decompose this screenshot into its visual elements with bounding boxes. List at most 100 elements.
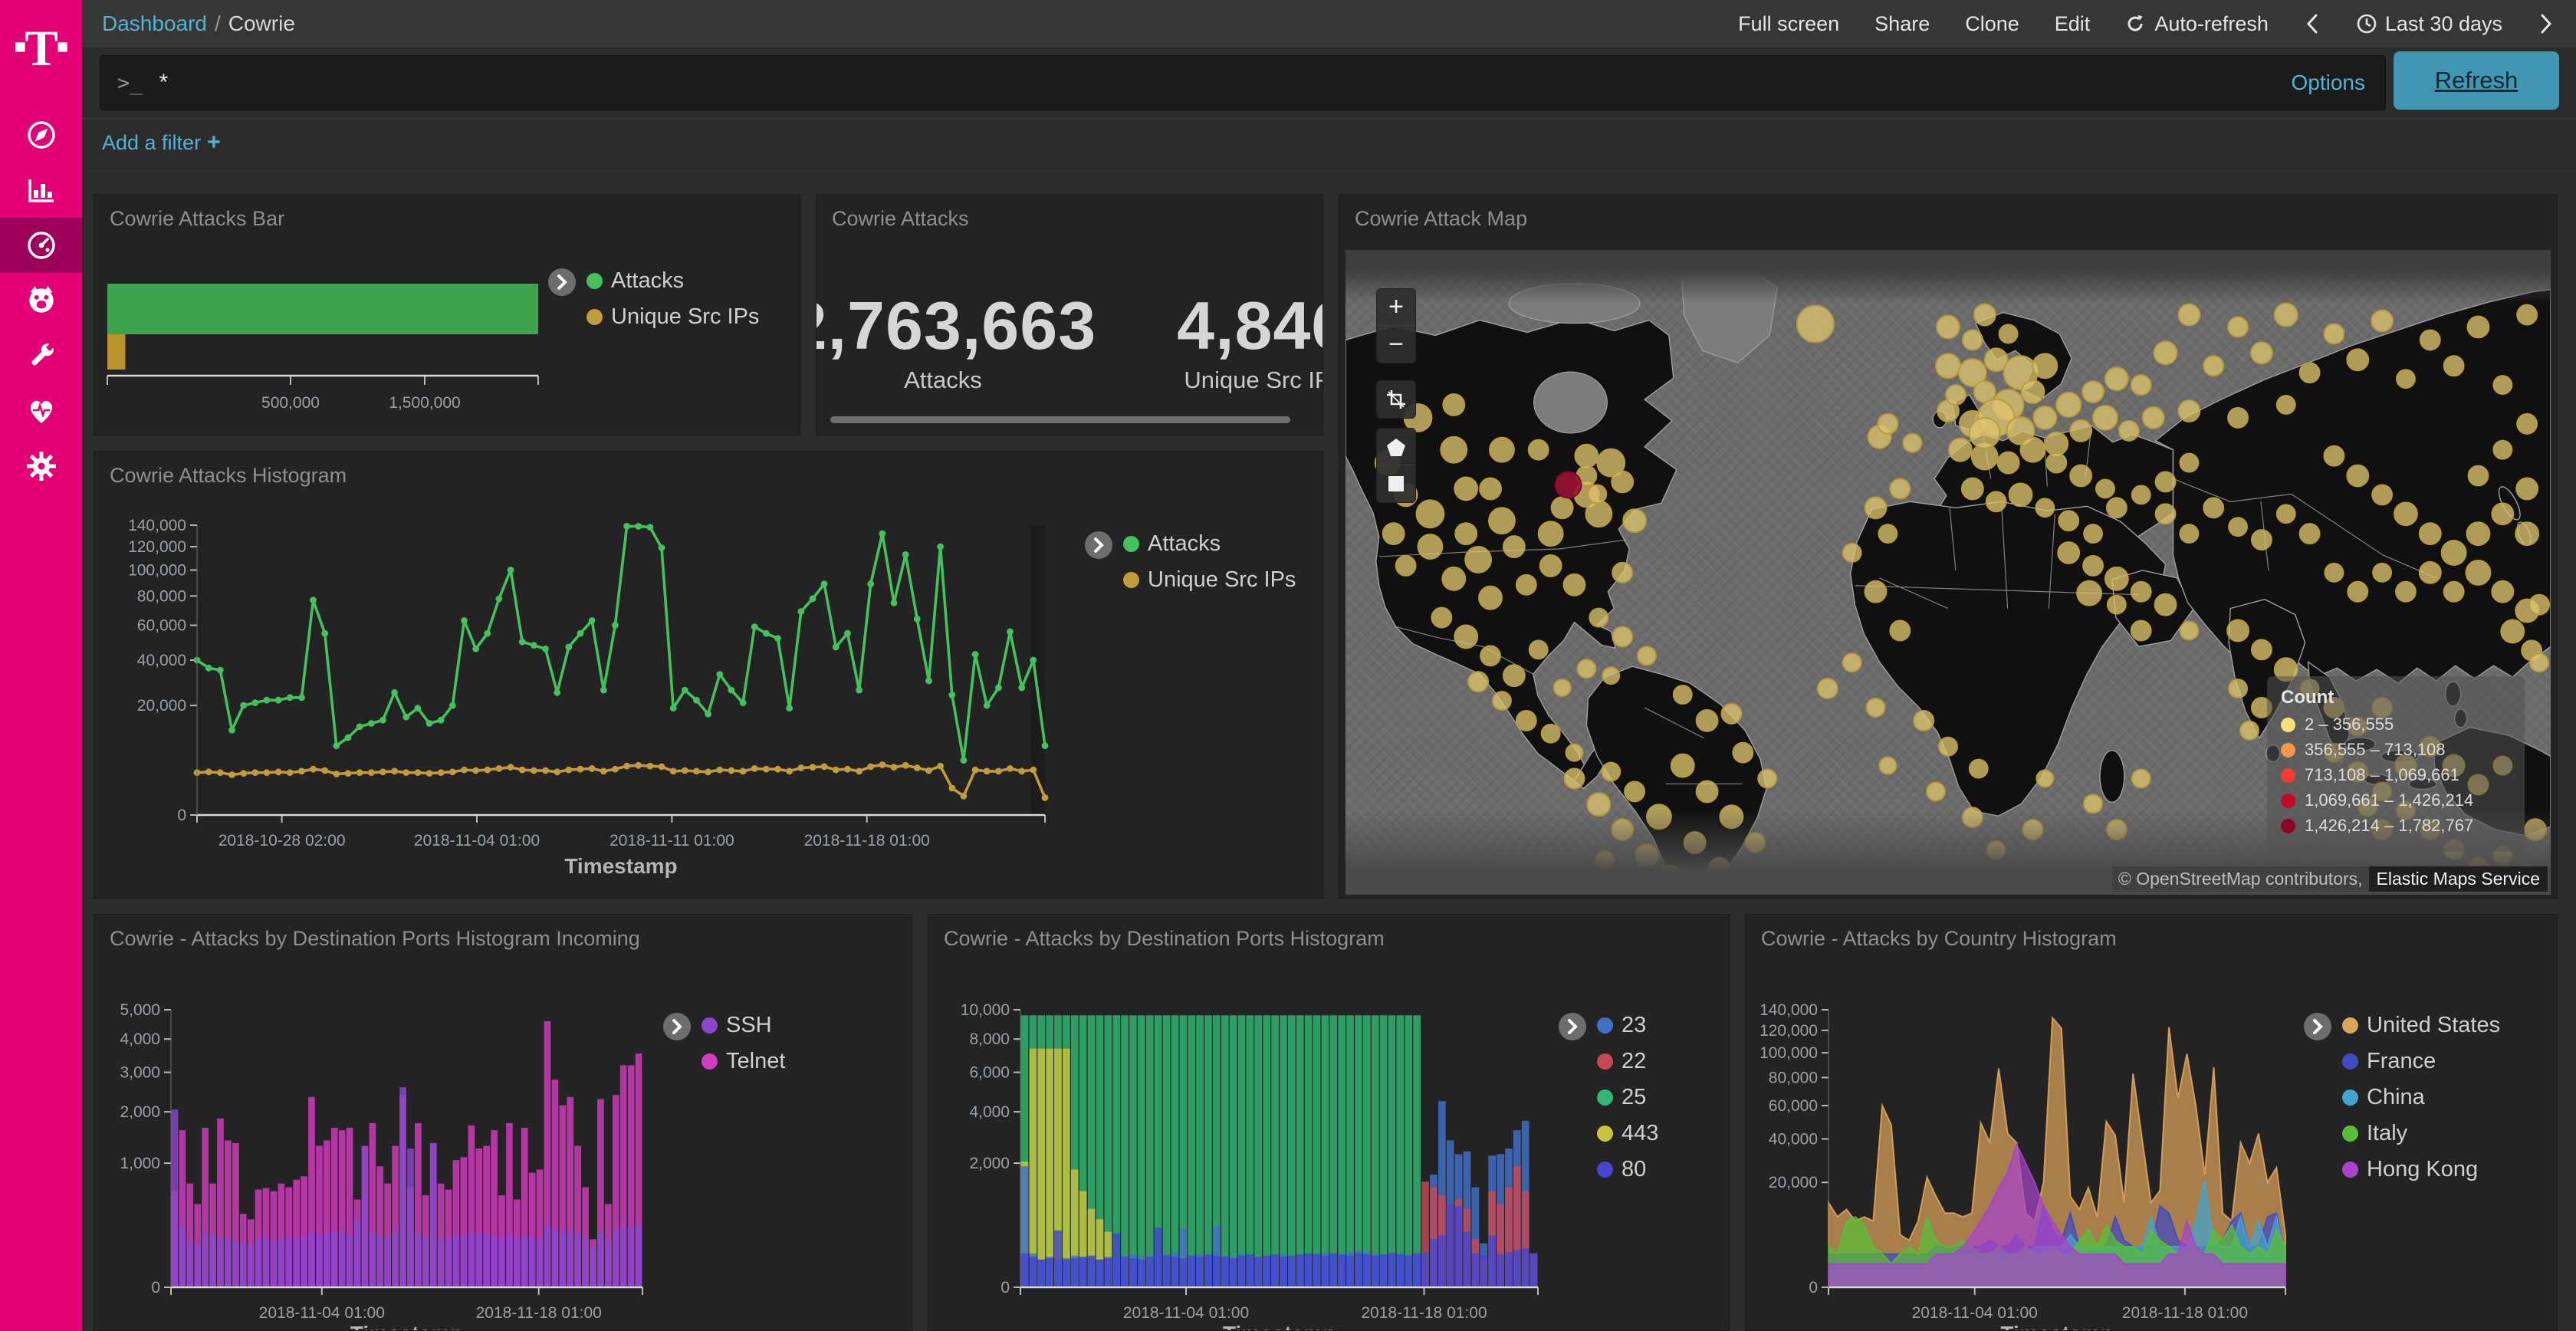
gear-icon	[25, 449, 58, 483]
ports-incoming-chart[interactable]: 01,0002,0003,0004,0005,0002018-11-04 01:…	[94, 915, 912, 1330]
high-count-circle	[1556, 472, 1582, 498]
svg-text:40,000: 40,000	[1769, 1131, 1818, 1149]
svg-text:0: 0	[1809, 1279, 1818, 1296]
legend-item-Unique Src IPs[interactable]: Unique Src IPs	[586, 304, 759, 330]
svg-text:4,000: 4,000	[120, 1030, 160, 1048]
horizontal-scrollbar[interactable]	[830, 416, 1290, 423]
legend-label: SSH	[726, 1013, 772, 1038]
legend-item-Italy[interactable]: Italy	[2342, 1121, 2500, 1146]
refresh-button[interactable]: Refresh	[2394, 51, 2559, 110]
legend-item-Attacks[interactable]: Attacks	[586, 268, 759, 294]
plus-icon: +	[207, 130, 221, 155]
sidebar-item-dashboard[interactable]	[0, 218, 82, 273]
bucket-dot	[2281, 819, 2295, 833]
svg-text:500,000: 500,000	[261, 394, 320, 412]
add-filter-button[interactable]: Add a filter +	[102, 130, 221, 156]
zoom-out-button[interactable]: −	[1377, 326, 1415, 363]
legend-item-France[interactable]: France	[2342, 1049, 2500, 1074]
svg-text:2018-11-18 01:00: 2018-11-18 01:00	[1361, 1304, 1487, 1322]
sidebar-item-timelion[interactable]	[0, 273, 82, 328]
zoom-in-button[interactable]: +	[1377, 289, 1415, 326]
edit-button[interactable]: Edit	[2055, 12, 2091, 36]
breadcrumb-dashboard-link[interactable]: Dashboard	[102, 12, 207, 35]
search-input[interactable]: >_ * Options	[100, 55, 2386, 110]
map-legend-bucket: 356,555 – 713,108	[2281, 740, 2511, 760]
legend-item-25[interactable]: 25	[1597, 1085, 1658, 1110]
t-mobile-logo[interactable]: T	[0, 9, 82, 86]
chevron-right-icon	[1566, 1018, 1579, 1035]
legend-label: China	[2367, 1085, 2425, 1110]
legend-item-22[interactable]: 22	[1597, 1049, 1658, 1074]
panel-title: Cowrie - Attacks by Country Histogram	[1761, 927, 2117, 951]
legend-item-Telnet[interactable]: Telnet	[702, 1049, 785, 1074]
legend-dot	[586, 273, 603, 289]
legend-item-Attacks[interactable]: Attacks	[1123, 531, 1296, 557]
filter-bar: Add a filter +	[82, 119, 2576, 169]
legend-item-United States[interactable]: United States	[2342, 1013, 2500, 1038]
time-forward-button[interactable]	[2538, 12, 2555, 35]
panel-cowrie-attack-map: Cowrie Attack Map	[1339, 194, 2558, 899]
legend-item-SSH[interactable]: SSH	[702, 1013, 785, 1038]
osm-attribution[interactable]: © OpenStreetMap contributors,	[2112, 866, 2369, 892]
add-filter-label: Add a filter	[102, 131, 201, 154]
legend-label: Italy	[2367, 1121, 2407, 1146]
auto-refresh-button[interactable]: Auto-refresh	[2125, 12, 2269, 36]
svg-text:3,000: 3,000	[120, 1064, 160, 1082]
share-button[interactable]: Share	[1875, 12, 1930, 36]
chevron-right-icon	[1092, 537, 1106, 554]
legend-collapse-button[interactable]	[2304, 1013, 2331, 1040]
bucket-range: 356,555 – 713,108	[2305, 740, 2446, 760]
sidebar-item-visualize[interactable]	[0, 163, 82, 218]
svg-text:0: 0	[177, 807, 186, 824]
bucket-range: 1,426,214 – 1,782,767	[2305, 816, 2473, 836]
wrench-icon	[25, 339, 58, 373]
legend-item-23[interactable]: 23	[1597, 1013, 1658, 1038]
svg-text:2018-11-18 01:00: 2018-11-18 01:00	[804, 832, 930, 850]
legend-collapse-button[interactable]	[1085, 531, 1112, 559]
draw-polygon-button[interactable]	[1377, 429, 1415, 465]
svg-text:20,000: 20,000	[137, 697, 186, 715]
bar-chart-icon	[25, 173, 58, 207]
sidebar-item-monitoring[interactable]	[0, 383, 82, 439]
svg-text:8,000: 8,000	[969, 1030, 1010, 1048]
world-map[interactable]: + − Count 2	[1346, 250, 2551, 895]
attacks-histogram-chart[interactable]: 020,00040,00060,00080,000100,000120,0001…	[94, 452, 1322, 898]
legend-item-443[interactable]: 443	[1597, 1121, 1658, 1146]
map-legend-title: Count	[2281, 687, 2511, 708]
full-screen-button[interactable]: Full screen	[1738, 12, 1839, 36]
legend-dot	[1597, 1089, 1613, 1106]
time-picker-button[interactable]: Last 30 days	[2356, 12, 2502, 36]
legend-label: 80	[1622, 1157, 1646, 1182]
svg-text:6,000: 6,000	[969, 1064, 1010, 1082]
chevron-right-icon	[2538, 12, 2555, 35]
breadcrumb-separator: /	[207, 12, 228, 35]
legend-collapse-button[interactable]	[1559, 1013, 1586, 1040]
legend-country-histogram: United States France China Italy Hong Kong	[2304, 1013, 2500, 1182]
search-query-value[interactable]: *	[159, 70, 2292, 96]
fit-data-bounds-button[interactable]	[1377, 381, 1415, 418]
draw-rectangle-button[interactable]	[1377, 465, 1415, 502]
query-bar-row: >_ * Options Refresh	[82, 48, 2576, 119]
svg-text:120,000: 120,000	[1760, 1022, 1818, 1040]
options-link[interactable]: Options	[2292, 71, 2366, 95]
svg-text:2018-11-04 01:00: 2018-11-04 01:00	[1123, 1304, 1249, 1322]
sidebar-item-dev-tools[interactable]	[0, 328, 82, 383]
legend-item-China[interactable]: China	[2342, 1085, 2500, 1110]
legend-label: Hong Kong	[2367, 1157, 2478, 1182]
legend-item-80[interactable]: 80	[1597, 1157, 1658, 1182]
sidebar-item-management[interactable]	[0, 439, 82, 494]
legend-item-Hong Kong[interactable]: Hong Kong	[2342, 1157, 2500, 1182]
legend-dot	[2342, 1017, 2358, 1034]
legend-collapse-button[interactable]	[548, 268, 576, 296]
legend-collapse-button[interactable]	[663, 1013, 691, 1040]
legend-label: 25	[1622, 1085, 1646, 1110]
svg-text:10,000: 10,000	[961, 1001, 1010, 1019]
svg-text:0: 0	[1001, 1279, 1010, 1296]
crop-icon	[1386, 389, 1406, 409]
elastic-maps-attribution[interactable]: Elastic Maps Service	[2369, 866, 2548, 892]
time-back-button[interactable]	[2304, 12, 2321, 35]
clone-button[interactable]: Clone	[1965, 12, 2019, 36]
sidebar-item-discover[interactable]	[0, 107, 82, 163]
map-legend-bucket: 1,426,214 – 1,782,767	[2281, 816, 2511, 836]
legend-item-Unique Src IPs[interactable]: Unique Src IPs	[1123, 567, 1296, 593]
